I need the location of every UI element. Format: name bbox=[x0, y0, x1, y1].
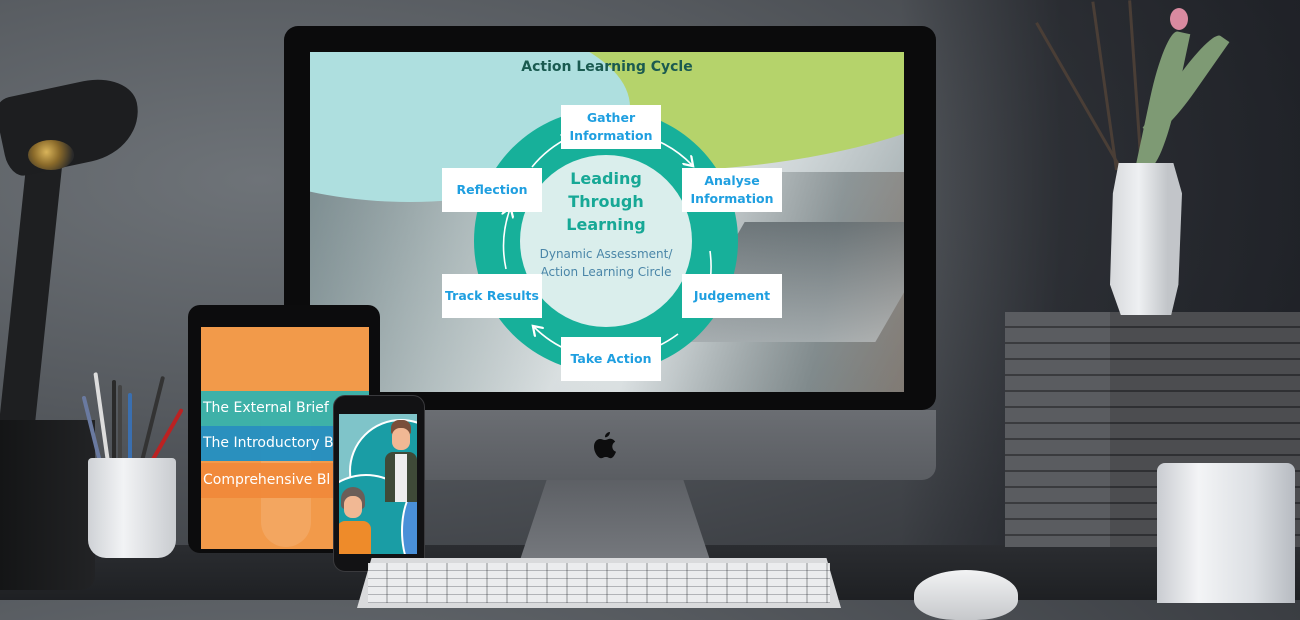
monitor-stand bbox=[520, 480, 710, 560]
lamp-bulb bbox=[28, 140, 74, 170]
avatar-shirt bbox=[395, 454, 407, 502]
phone-screen bbox=[339, 414, 417, 554]
lamp-base bbox=[0, 420, 95, 590]
avatar-face bbox=[392, 428, 410, 450]
book-stack-side bbox=[1005, 312, 1110, 547]
brush bbox=[138, 375, 166, 467]
stage-reflection[interactable]: Reflection bbox=[442, 168, 542, 212]
lamp-head bbox=[0, 71, 147, 179]
pencil bbox=[128, 393, 132, 463]
brush bbox=[112, 380, 116, 468]
lamp-neck bbox=[0, 150, 64, 450]
arrow-icon bbox=[504, 209, 510, 270]
keyboard-keys bbox=[368, 563, 830, 603]
brush bbox=[118, 385, 122, 465]
monitor-screen: Action Learning Cycle Leading Through Le… bbox=[310, 52, 904, 392]
stage-analyse-information[interactable]: Analyse Information bbox=[682, 168, 782, 212]
cycle-center-title: Leading Through Learning bbox=[566, 169, 646, 234]
mouse bbox=[914, 570, 1018, 620]
cycle-center-subtitle: Dynamic Assessment/ Action Learning Circ… bbox=[539, 247, 673, 279]
stage-track-results[interactable]: Track Results bbox=[442, 274, 542, 318]
tulip-bud bbox=[1170, 8, 1188, 30]
apple-logo-icon bbox=[594, 432, 616, 459]
cup bbox=[88, 458, 176, 558]
mug bbox=[1157, 463, 1295, 603]
pencil bbox=[150, 408, 184, 462]
stage-judgement[interactable]: Judgement bbox=[682, 274, 782, 318]
vase bbox=[1110, 163, 1182, 315]
slide-title: Action Learning Cycle bbox=[521, 59, 693, 75]
avatar-body bbox=[339, 521, 371, 554]
stage-take-action[interactable]: Take Action bbox=[561, 337, 661, 381]
avatar-face bbox=[344, 496, 362, 518]
stage-gather-information[interactable]: Gather Information bbox=[561, 105, 661, 149]
